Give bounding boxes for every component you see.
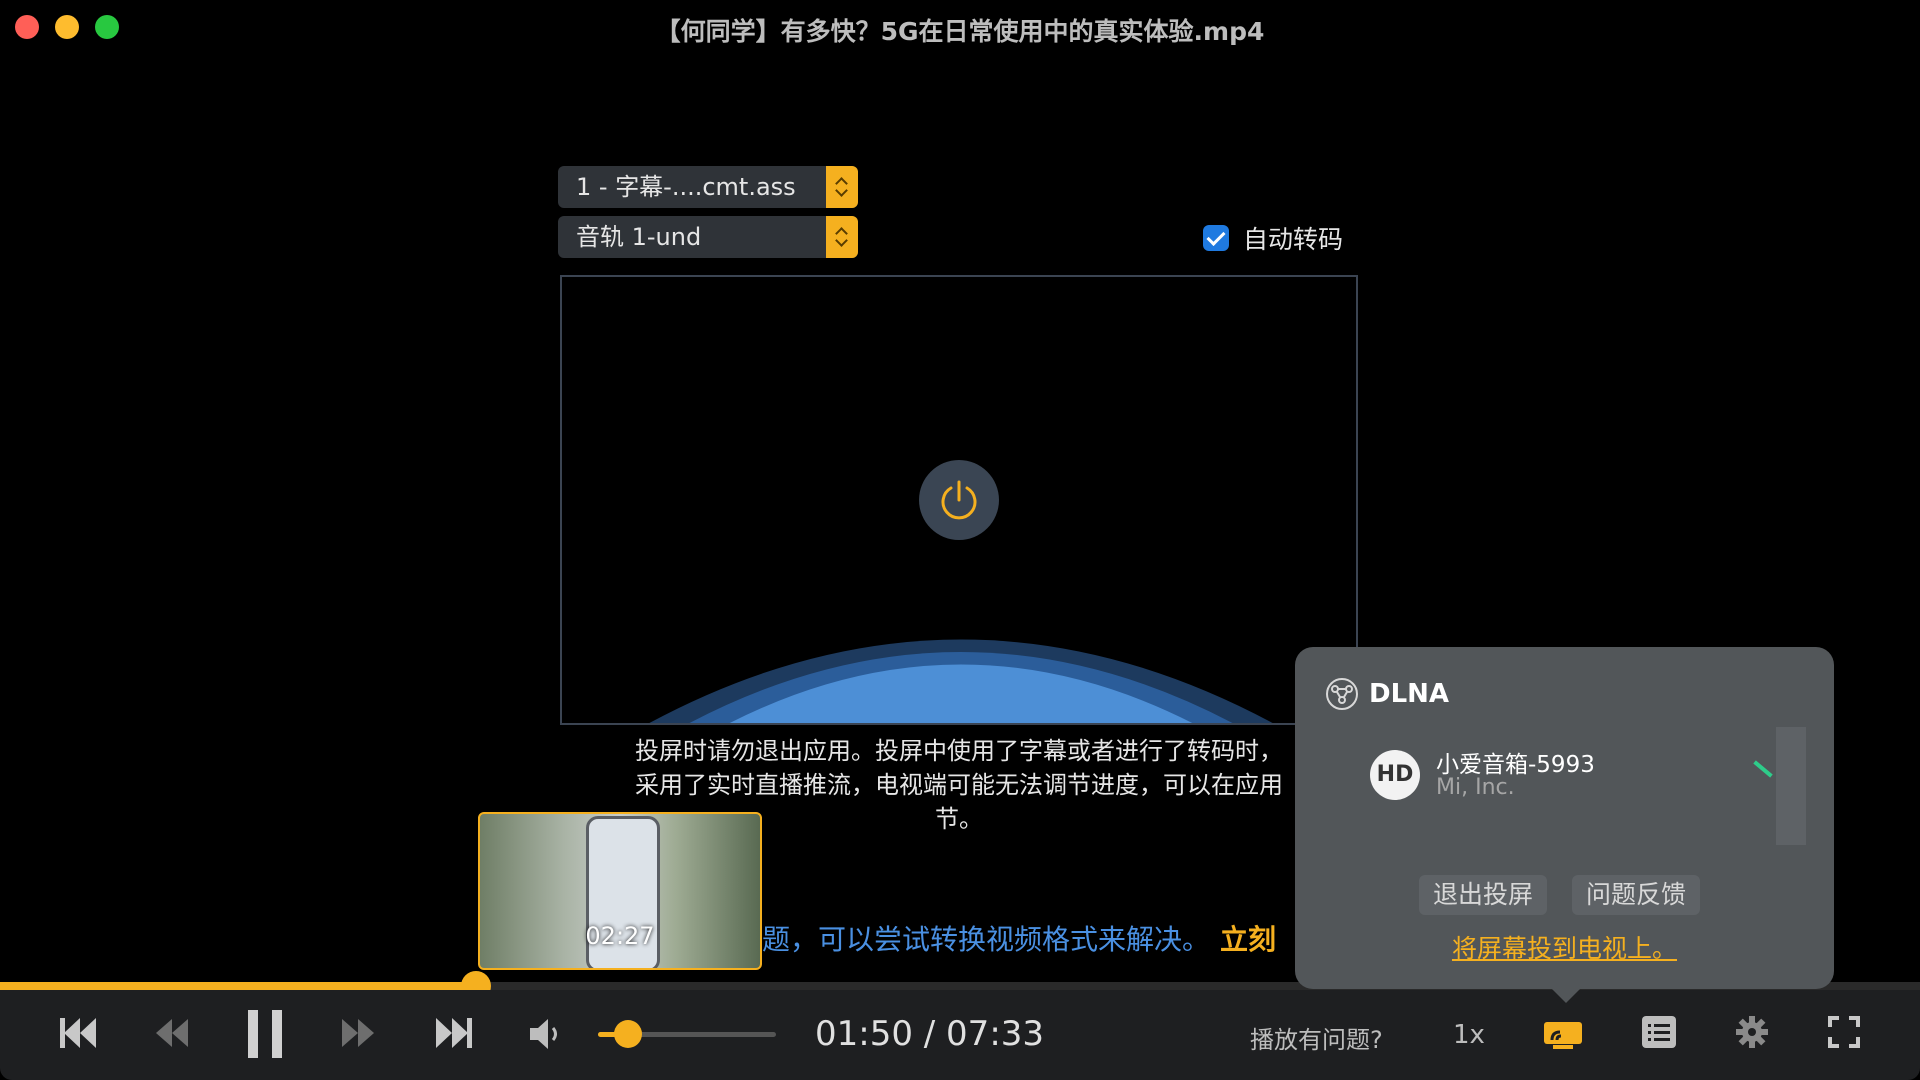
auto-transcode-option[interactable]: 自动转码 <box>1203 220 1343 256</box>
audio-stepper-icon[interactable] <box>826 216 858 258</box>
device-manufacturer: Mi, Inc. <box>1436 775 1515 800</box>
mirror-screen-link[interactable]: 将屏幕投到电视上。 <box>1295 929 1834 965</box>
volume-slider-handle[interactable] <box>614 1020 643 1048</box>
subtitle-track-value: 1 - 字幕-....cmt.ass <box>576 173 796 201</box>
seek-preview-thumbnail: 02:27 <box>478 812 762 970</box>
audio-track-select[interactable]: 音轨 1-und <box>558 216 858 258</box>
control-bar: 01:50 / 07:33 播放有问题? 1x <box>0 990 1920 1080</box>
player-window: 【何同学】有多快？5G在日常使用中的真实体验.mp4 1 - 字幕-....cm… <box>0 0 1920 1080</box>
dlna-popover: DLNA HD 小爱音箱-5993 Mi, Inc. 退出投屏 问题反馈 将屏幕… <box>1295 647 1834 1003</box>
playback-speed-button[interactable]: 1x <box>1453 1020 1485 1050</box>
rewind-icon[interactable] <box>154 1018 190 1048</box>
time-display: 01:50 / 07:33 <box>815 1014 1045 1054</box>
format-tip-link[interactable]: 立刻 <box>1220 923 1276 956</box>
volume-slider[interactable] <box>598 1020 776 1048</box>
device-list-scrollbar[interactable] <box>1776 727 1806 845</box>
cast-screen-icon[interactable] <box>1543 1014 1583 1050</box>
dlna-title: DLNA <box>1369 679 1450 709</box>
subtitle-track-select[interactable]: 1 - 字幕-....cmt.ass <box>558 166 858 208</box>
format-tip: 题，可以尝试转换视频格式来解决。 立刻 <box>762 918 1276 958</box>
dlna-header: DLNA <box>1325 677 1449 711</box>
exit-cast-button[interactable]: 退出投屏 <box>1419 875 1548 915</box>
window-title: 【何同学】有多快？5G在日常使用中的真实体验.mp4 <box>655 17 1265 46</box>
dlna-device-item[interactable]: HD 小爱音箱-5993 Mi, Inc. <box>1370 745 1800 815</box>
audio-track-value: 音轨 1-und <box>576 223 702 251</box>
next-track-icon[interactable] <box>434 1016 474 1050</box>
dlna-icon <box>1326 678 1358 710</box>
format-tip-text: 题，可以尝试转换视频格式来解决。 <box>762 923 1211 956</box>
seek-bar-played <box>0 982 477 990</box>
pause-icon[interactable] <box>246 1010 284 1058</box>
cast-power-button[interactable] <box>919 460 999 540</box>
seek-preview-time: 02:27 <box>585 922 655 950</box>
playlist-icon[interactable] <box>1642 1016 1676 1048</box>
fast-forward-icon[interactable] <box>340 1018 376 1048</box>
fullscreen-icon[interactable] <box>1828 1016 1860 1048</box>
subtitle-stepper-icon[interactable] <box>826 166 858 208</box>
titlebar: 【何同学】有多快？5G在日常使用中的真实体验.mp4 <box>0 0 1920 54</box>
hd-device-icon: HD <box>1370 750 1420 800</box>
feedback-button[interactable]: 问题反馈 <box>1572 875 1701 915</box>
device-name: 小爱音箱-5993 <box>1436 752 1595 778</box>
previous-track-icon[interactable] <box>58 1016 98 1050</box>
auto-transcode-label: 自动转码 <box>1243 225 1344 254</box>
settings-gear-icon[interactable] <box>1736 1016 1768 1048</box>
playback-trouble-link[interactable]: 播放有问题? <box>1250 1020 1383 1055</box>
popover-arrow <box>1550 987 1582 1003</box>
power-icon <box>941 480 977 520</box>
volume-icon[interactable] <box>528 1016 564 1052</box>
auto-transcode-checkbox[interactable] <box>1203 225 1229 251</box>
cast-info-line: 采用了实时直播推流，电视端可能无法调节进度，可以在应用 <box>635 771 1283 799</box>
cast-info-line: 投屏时请勿退出应用。投屏中使用了字幕或者进行了转码时， <box>635 737 1283 765</box>
